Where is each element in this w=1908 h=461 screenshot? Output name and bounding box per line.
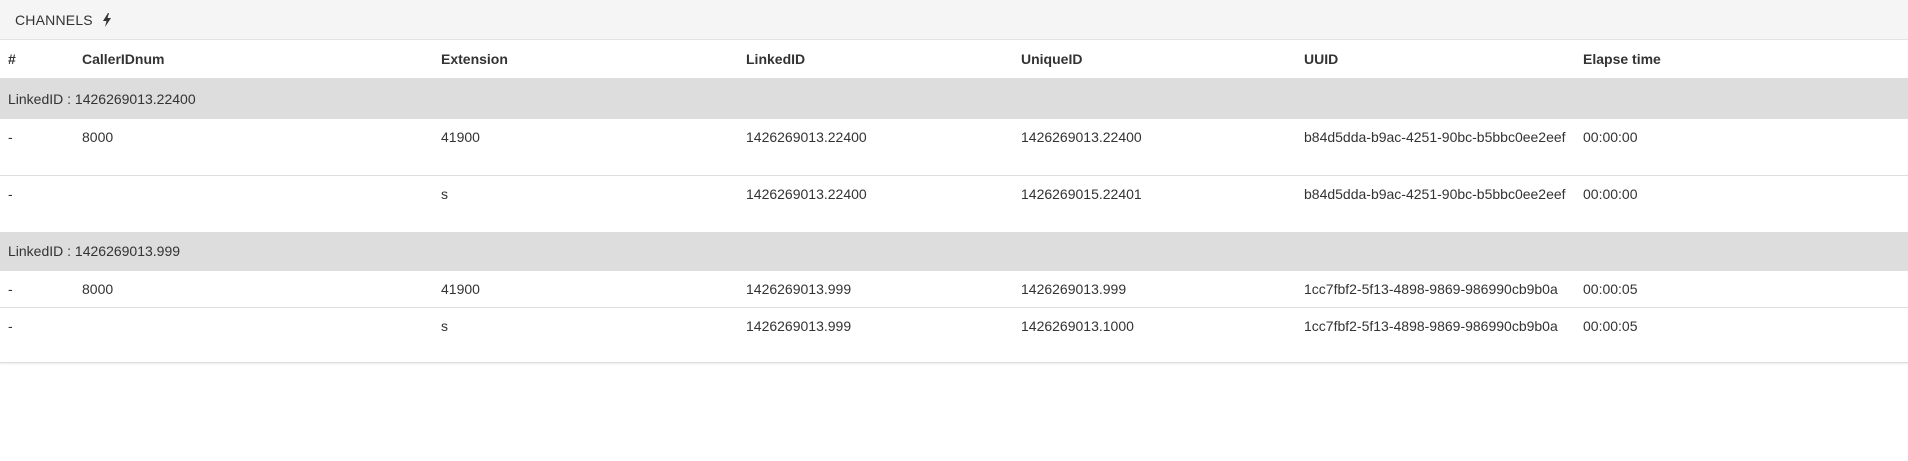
table-row: - s 1426269013.22400 1426269015.22401 b8… (0, 175, 1908, 232)
cell-calleridnum: 8000 (74, 118, 433, 176)
group-row: LinkedID : 1426269013.999 (0, 232, 1908, 271)
cell-uniqueid: 1426269013.999 (1013, 270, 1296, 308)
cell-extension: s (433, 175, 738, 232)
cell-linkedid: 1426269013.999 (738, 270, 1013, 308)
cell-calleridnum (74, 307, 433, 344)
cell-extension: 41900 (433, 270, 738, 308)
column-header-linkedid: LinkedID (738, 40, 1013, 80)
channels-table: # CallerIDnum Extension LinkedID UniqueI… (0, 40, 1908, 344)
cell-elapse-time: 00:00:00 (1575, 175, 1908, 232)
column-header-num: # (0, 40, 74, 80)
cell-uniqueid: 1426269013.1000 (1013, 307, 1296, 344)
group-label: LinkedID : 1426269013.22400 (0, 79, 1908, 119)
column-header-uuid: UUID (1296, 40, 1575, 80)
cell-uuid: 1cc7fbf2-5f13-4898-9869-986990cb9b0a (1296, 307, 1575, 344)
cell-elapse-time: 00:00:00 (1575, 118, 1908, 176)
bolt-icon (102, 12, 112, 27)
cell-uuid: 1cc7fbf2-5f13-4898-9869-986990cb9b0a (1296, 270, 1575, 308)
cell-num: - (0, 307, 74, 344)
channels-panel: CHANNELS # CallerIDnum Extension LinkedI… (0, 0, 1908, 363)
cell-calleridnum (74, 175, 433, 232)
panel-title: CHANNELS (15, 11, 93, 28)
group-row: LinkedID : 1426269013.22400 (0, 79, 1908, 119)
cell-calleridnum: 8000 (74, 270, 433, 308)
cell-uuid: b84d5dda-b9ac-4251-90bc-b5bbc0ee2eef (1296, 175, 1575, 232)
column-header-uniqueid: UniqueID (1013, 40, 1296, 80)
table-row: - 8000 41900 1426269013.22400 1426269013… (0, 118, 1908, 176)
table-header-row: # CallerIDnum Extension LinkedID UniqueI… (0, 40, 1908, 80)
cell-linkedid: 1426269013.999 (738, 307, 1013, 344)
cell-uniqueid: 1426269015.22401 (1013, 175, 1296, 232)
cell-num: - (0, 270, 74, 308)
cell-linkedid: 1426269013.22400 (738, 175, 1013, 232)
column-header-extension: Extension (433, 40, 738, 80)
table-row: - 8000 41900 1426269013.999 1426269013.9… (0, 270, 1908, 308)
column-header-calleridnum: CallerIDnum (74, 40, 433, 80)
cell-elapse-time: 00:00:05 (1575, 270, 1908, 308)
cell-extension: s (433, 307, 738, 344)
cell-extension: 41900 (433, 118, 738, 176)
column-header-elapse-time: Elapse time (1575, 40, 1908, 80)
cell-num: - (0, 175, 74, 232)
cell-num: - (0, 118, 74, 176)
cell-uuid: b84d5dda-b9ac-4251-90bc-b5bbc0ee2eef (1296, 118, 1575, 176)
cell-elapse-time: 00:00:05 (1575, 307, 1908, 344)
cell-uniqueid: 1426269013.22400 (1013, 118, 1296, 176)
cell-linkedid: 1426269013.22400 (738, 118, 1013, 176)
panel-header: CHANNELS (0, 0, 1908, 40)
group-label: LinkedID : 1426269013.999 (0, 232, 1908, 271)
table-row: - s 1426269013.999 1426269013.1000 1cc7f… (0, 307, 1908, 344)
